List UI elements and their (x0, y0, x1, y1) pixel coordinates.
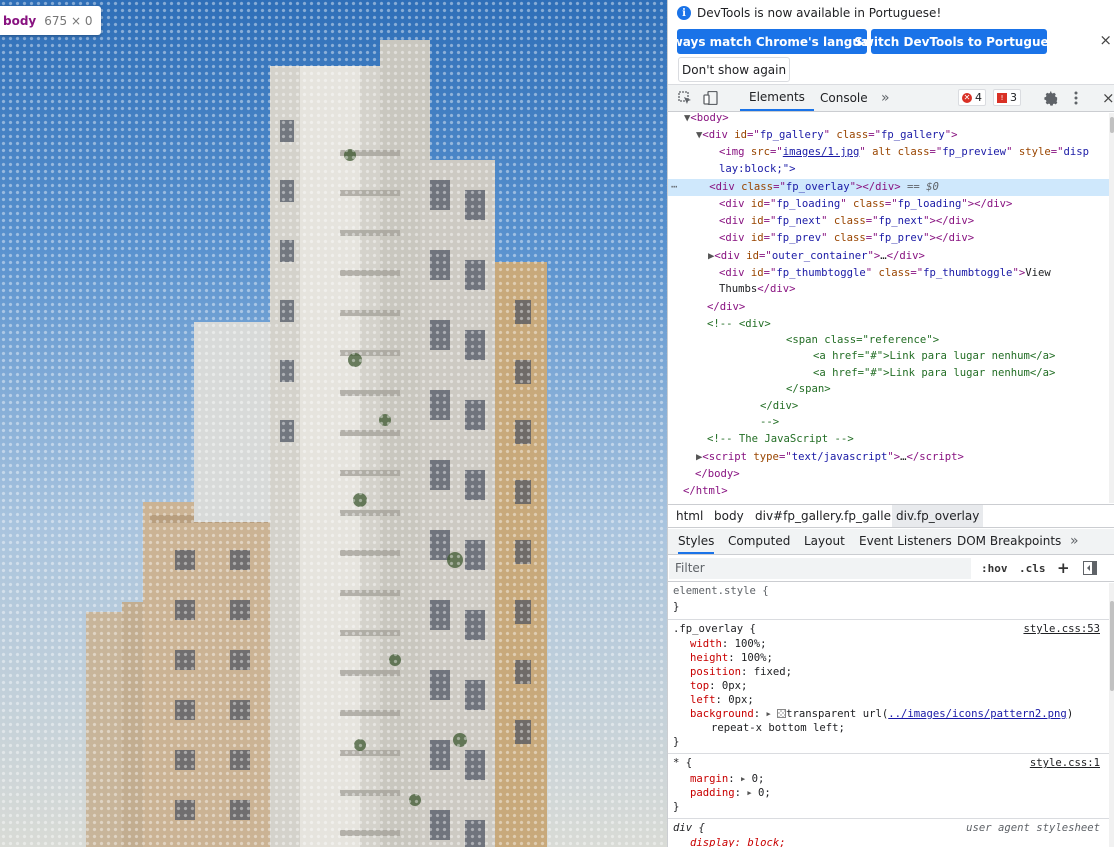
dom-comment-line: <a href="#">Link para lugar nenhum</a> (813, 350, 1056, 362)
styles-filter-bar: Filter :hov .cls + (668, 556, 1114, 582)
dom-node-thumbtoggle-cont: Thumbs</div> (719, 283, 796, 295)
dom-node-fp-prev[interactable]: <div id="fp_prev" class="fp_prev"></div> (719, 230, 974, 247)
issue-flag-icon: ! (997, 92, 1007, 103)
language-infobar: i DevTools is now available in Portugues… (668, 0, 1114, 85)
rule-divider (668, 619, 1109, 620)
breadcrumb-fp-gallery[interactable]: div#fp_gallery.fp_gallery (755, 505, 903, 527)
rule-divider (668, 818, 1109, 819)
devtools-panel: i DevTools is now available in Portugues… (667, 0, 1114, 847)
css-property[interactable]: position: fixed; (690, 665, 792, 679)
css-property[interactable]: margin: ▶ 0; (690, 772, 764, 786)
tab-layout[interactable]: Layout (804, 529, 845, 554)
breadcrumb-html[interactable]: html (676, 505, 703, 527)
rule-source-link[interactable]: style.css:53 (1023, 622, 1100, 636)
device-toolbar-icon[interactable] (703, 85, 719, 111)
tooltip-dimensions: 675 × 0 (44, 13, 93, 28)
more-tabs-icon[interactable]: » (881, 85, 890, 111)
breadcrumb: html body div#fp_gallery.fp_gallery div.… (668, 504, 1114, 528)
gear-icon[interactable] (1044, 85, 1059, 111)
devtools-toolbar: Elements Console » ✕ 4 ! 3 × (668, 85, 1114, 112)
rule-selector[interactable]: div { (673, 821, 705, 835)
dom-node-body[interactable]: ▼<body> (684, 110, 729, 127)
error-icon: ✕ (962, 92, 972, 103)
infobar-message-row: i DevTools is now available in Portugues… (677, 6, 941, 20)
close-brace: } (673, 601, 680, 613)
dom-node-img[interactable]: <img src="images/1.jpg" alt class="fp_pr… (719, 144, 1089, 161)
styles-pane: element.style { } .fp_overlay { style.cs… (668, 583, 1109, 847)
close-devtools-icon[interactable]: × (1102, 85, 1114, 111)
dom-node-fp-next[interactable]: <div id="fp_next" class="fp_next"></div> (719, 213, 974, 230)
rule-source-ua: user agent stylesheet (966, 822, 1100, 834)
warning-count-badge[interactable]: ! 3 (993, 89, 1021, 106)
hov-toggle[interactable]: :hov (981, 556, 1008, 581)
dom-node-img-cont: lay:block;"> (719, 163, 796, 175)
error-count-badge[interactable]: ✕ 4 (958, 89, 986, 106)
dom-node-outer-container[interactable]: ▶<div id="outer_container">…</div> (708, 248, 925, 265)
kebab-menu-icon[interactable] (1074, 85, 1078, 111)
dom-node-fp-thumbtoggle[interactable]: <div id="fp_thumbtoggle" class="fp_thumb… (719, 265, 1051, 282)
rule-divider (668, 753, 1109, 754)
breadcrumb-fp-overlay[interactable]: div.fp_overlay (892, 505, 984, 527)
tab-event-listeners[interactable]: Event Listeners (859, 529, 952, 554)
rule-source-link[interactable]: style.css:1 (1030, 756, 1100, 770)
css-property[interactable]: top: 0px; (690, 679, 747, 693)
element-style-selector[interactable]: element.style { (673, 584, 769, 598)
css-property-background[interactable]: background: ▶ transparent url(../images/… (690, 707, 1073, 721)
dom-comment-line: <!-- The JavaScript --> (707, 433, 854, 445)
page-viewport: body 675 × 0 (0, 0, 667, 847)
info-icon: i (677, 6, 691, 20)
infobar-message: DevTools is now available in Portuguese! (697, 6, 942, 20)
dom-node-fp-gallery[interactable]: ▼<div id="fp_gallery" class="fp_gallery"… (696, 127, 958, 144)
filter-input[interactable]: Filter (669, 558, 971, 579)
tab-dom-breakpoints[interactable]: DOM Breakpoints (957, 529, 1061, 554)
dom-comment-line: <a href="#">Link para lugar nenhum</a> (813, 367, 1056, 379)
styles-scrollbar[interactable] (1109, 583, 1114, 847)
css-property[interactable]: height: 100%; (690, 651, 773, 665)
css-property[interactable]: padding: ▶ 0; (690, 786, 771, 800)
error-count: 4 (975, 91, 982, 104)
css-property-ua: display: block; (690, 837, 786, 847)
switch-language-button[interactable]: Switch DevTools to Portuguese (854, 29, 1064, 54)
color-swatch-icon[interactable] (777, 709, 787, 718)
dom-comment-line: </span> (786, 383, 831, 395)
new-rule-button[interactable]: + (1057, 556, 1070, 581)
dom-comment-line: <!-- <div> (707, 318, 771, 330)
dom-node-fp-loading[interactable]: <div id="fp_loading" class="fp_loading">… (719, 196, 1012, 213)
tab-computed[interactable]: Computed (728, 529, 790, 554)
dom-comment-line: <span class="reference"> (786, 334, 940, 346)
css-property-background-cont: repeat-x bottom left; (711, 722, 845, 734)
dom-comment-line: --> (760, 416, 780, 428)
tab-styles[interactable]: Styles (678, 529, 715, 554)
dom-node-script[interactable]: ▶<script type="text/javascript">…</scrip… (696, 449, 964, 466)
dom-node-fp-overlay-selected[interactable]: ⋯ <div class="fp_overlay"></div> == $0 (668, 179, 1109, 196)
tooltip-tag: body (3, 13, 37, 28)
element-tooltip: body 675 × 0 (0, 6, 102, 35)
dom-node-body-close: </body> (695, 468, 740, 480)
breadcrumb-body[interactable]: body (714, 505, 744, 527)
dom-node-html-close: </html> (683, 485, 728, 497)
more-subtabs-icon[interactable]: » (1070, 529, 1079, 554)
match-language-button[interactable]: Always match Chrome's language (668, 29, 886, 54)
warning-count: 3 (1010, 91, 1017, 104)
dom-scrollbar[interactable] (1109, 113, 1114, 503)
dom-tree: ▼<body> ▼<div id="fp_gallery" class="fp_… (668, 110, 1109, 503)
dont-show-again-button[interactable]: Don't show again (678, 57, 791, 82)
tab-elements[interactable]: Elements (740, 85, 814, 111)
styles-subtabs: Styles Computed Layout Event Listeners D… (668, 529, 1114, 555)
inspect-element-icon[interactable] (678, 85, 692, 111)
cls-toggle[interactable]: .cls (1019, 556, 1046, 581)
dom-comment-line: </div> (760, 400, 799, 412)
toggle-sidebar-icon[interactable] (1083, 561, 1097, 578)
rule-selector[interactable]: * { (673, 756, 692, 770)
css-property[interactable]: left: 0px; (690, 693, 754, 707)
dom-node-gallery-close: </div> (707, 301, 746, 313)
overlay-pattern (0, 0, 667, 847)
close-icon[interactable]: × (1099, 31, 1112, 49)
rule-selector[interactable]: .fp_overlay { (673, 622, 756, 636)
close-brace: } (673, 801, 680, 813)
tab-console[interactable]: Console (811, 85, 877, 111)
close-brace: } (673, 736, 680, 748)
css-property[interactable]: width: 100%; (690, 637, 767, 651)
